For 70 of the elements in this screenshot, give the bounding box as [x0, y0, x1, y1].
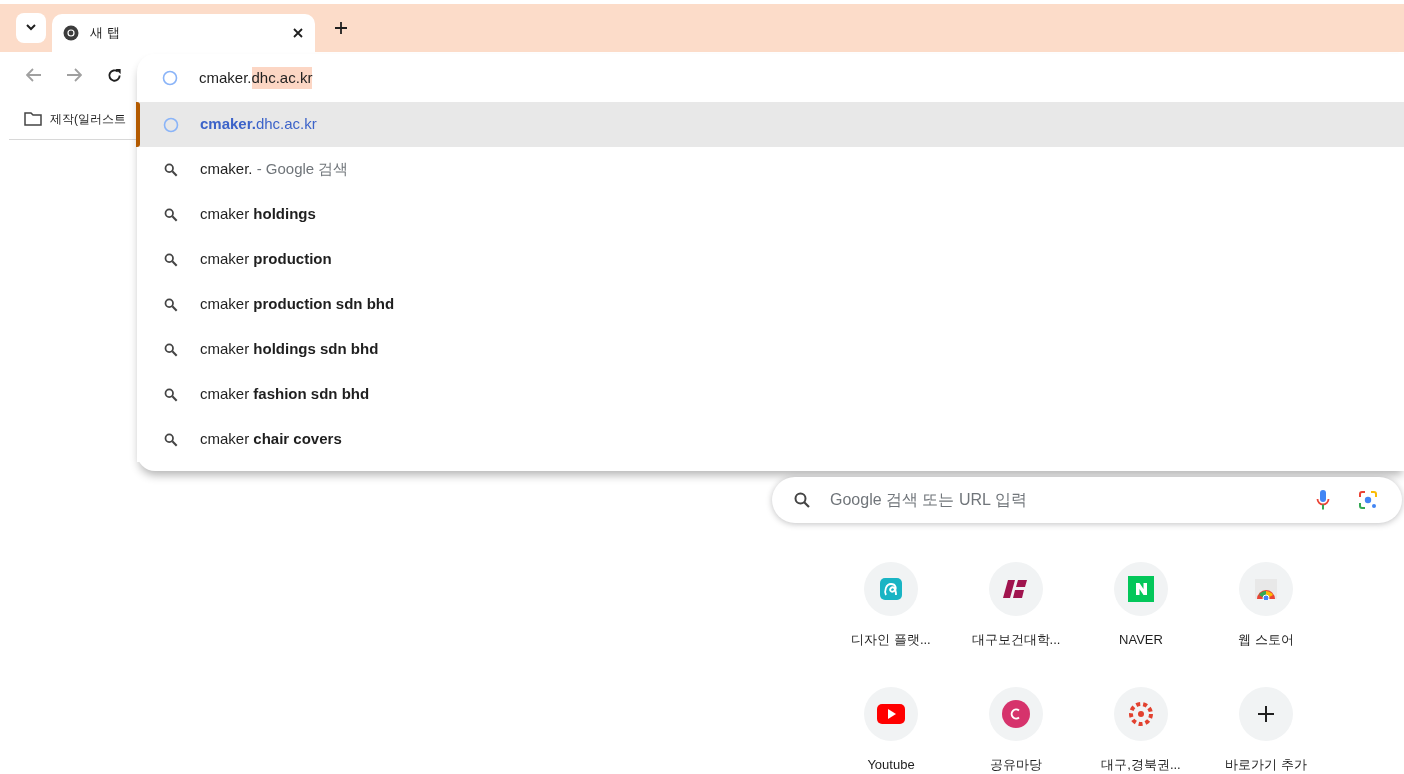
- shortcut-label: NAVER: [1119, 632, 1163, 648]
- search-icon: [164, 342, 178, 357]
- search-icon: [164, 162, 178, 177]
- globe-circle-icon: [163, 116, 179, 133]
- play-button-logo-icon: [877, 704, 905, 724]
- bookmark-folder[interactable]: 제작(일러스트: [24, 109, 126, 128]
- folder-icon: [24, 111, 42, 126]
- camera-lens-icon[interactable]: [1358, 490, 1378, 510]
- suggestion-text: cmaker.dhc.ac.kr: [200, 114, 317, 135]
- suggestion-text: cmaker fashion sdn bhd: [200, 384, 370, 405]
- letter-n-logo-icon: [1128, 576, 1154, 602]
- tab-search-button[interactable]: [16, 12, 46, 43]
- search-icon: [164, 432, 178, 447]
- shortcut-tile[interactable]: 대구,경북권...: [1085, 687, 1197, 774]
- suggestion-text: cmaker production: [200, 249, 332, 270]
- letter-c-logo-icon: [1002, 700, 1030, 728]
- dotted-ring-logo-icon: [1127, 700, 1155, 728]
- suggestion-row[interactable]: cmaker production: [137, 237, 1404, 282]
- shortcut-label: 웹 스토어: [1238, 632, 1294, 648]
- search-icon: [164, 207, 178, 222]
- suggestion-row[interactable]: cmaker production sdn bhd: [137, 282, 1404, 327]
- search-icon: [164, 252, 178, 267]
- address-field[interactable]: cmaker.dhc.ac.kr: [199, 65, 313, 91]
- suggestion-text: cmaker holdings sdn bhd: [200, 339, 379, 360]
- shortcut-tile[interactable]: 웹 스토어: [1210, 562, 1322, 672]
- browser-logo-icon: [63, 25, 79, 41]
- search-icon: [794, 492, 810, 508]
- loop-logo-icon: [880, 578, 902, 600]
- shortcut-label: 공유마당: [990, 757, 1042, 773]
- globe-circle-icon: [162, 70, 178, 86]
- forward-arrow-icon: [66, 68, 82, 82]
- plus-icon: [1258, 706, 1274, 722]
- microphone-icon[interactable]: [1316, 489, 1330, 511]
- tab-title: 새 탭: [90, 24, 121, 43]
- shortcut-tile[interactable]: NAVER: [1085, 562, 1197, 672]
- close-icon[interactable]: [293, 28, 303, 38]
- shortcut-label: 대구,경북권...: [1101, 757, 1181, 773]
- suggestion-text: cmaker production sdn bhd: [200, 294, 395, 315]
- shortcut-tile[interactable]: 바로가기 추가: [1210, 687, 1322, 774]
- shortcut-tile[interactable]: Youtube: [835, 687, 947, 774]
- caret-icon: [26, 24, 36, 31]
- search-icon: [164, 387, 178, 402]
- autocomplete-selection: dhc.ac.kr: [251, 66, 313, 90]
- suggestion-description: - Google 검색: [255, 159, 349, 180]
- shortcut-tile[interactable]: 대구보건대학...: [960, 562, 1072, 672]
- shortcut-tile[interactable]: 디자인 플랫...: [835, 562, 947, 672]
- suggestion-row[interactable]: cmaker holdings: [137, 192, 1404, 237]
- suggestion-row[interactable]: cmaker.dhc.ac.kr: [137, 102, 1404, 147]
- search-input[interactable]: Google 검색 또는 URL 입력: [830, 488, 1316, 512]
- suggestion-row[interactable]: cmaker holdings sdn bhd: [137, 327, 1404, 372]
- suggestion-row[interactable]: cmaker fashion sdn bhd: [137, 372, 1404, 417]
- browser-tab[interactable]: 새 탭: [52, 14, 315, 52]
- suggestion-text: cmaker holdings: [200, 204, 316, 225]
- selection-indicator: [136, 102, 140, 147]
- plus-icon: [335, 22, 347, 34]
- suggestion-text: cmaker chair covers: [200, 429, 342, 450]
- shortcut-label: 바로가기 추가: [1225, 757, 1307, 773]
- suggestion-row[interactable]: cmaker. - Google 검색: [137, 147, 1404, 192]
- shortcut-label: 대구보건대학...: [971, 632, 1061, 648]
- store-logo-icon: [1254, 578, 1278, 600]
- shortcut-tile[interactable]: 공유마당: [960, 687, 1072, 774]
- search-icon: [164, 297, 178, 312]
- back-arrow-icon: [26, 68, 42, 82]
- suggestion-row[interactable]: cmaker chair covers: [137, 417, 1404, 462]
- search-box[interactable]: Google 검색 또는 URL 입력: [772, 477, 1402, 523]
- reload-icon: [106, 67, 122, 83]
- shortcut-label: 디자인 플랫...: [851, 632, 931, 648]
- slanted-blocks-logo-icon: [1003, 580, 1029, 598]
- suggestion-text: cmaker.: [200, 159, 253, 180]
- shortcut-label: Youtube: [867, 757, 915, 773]
